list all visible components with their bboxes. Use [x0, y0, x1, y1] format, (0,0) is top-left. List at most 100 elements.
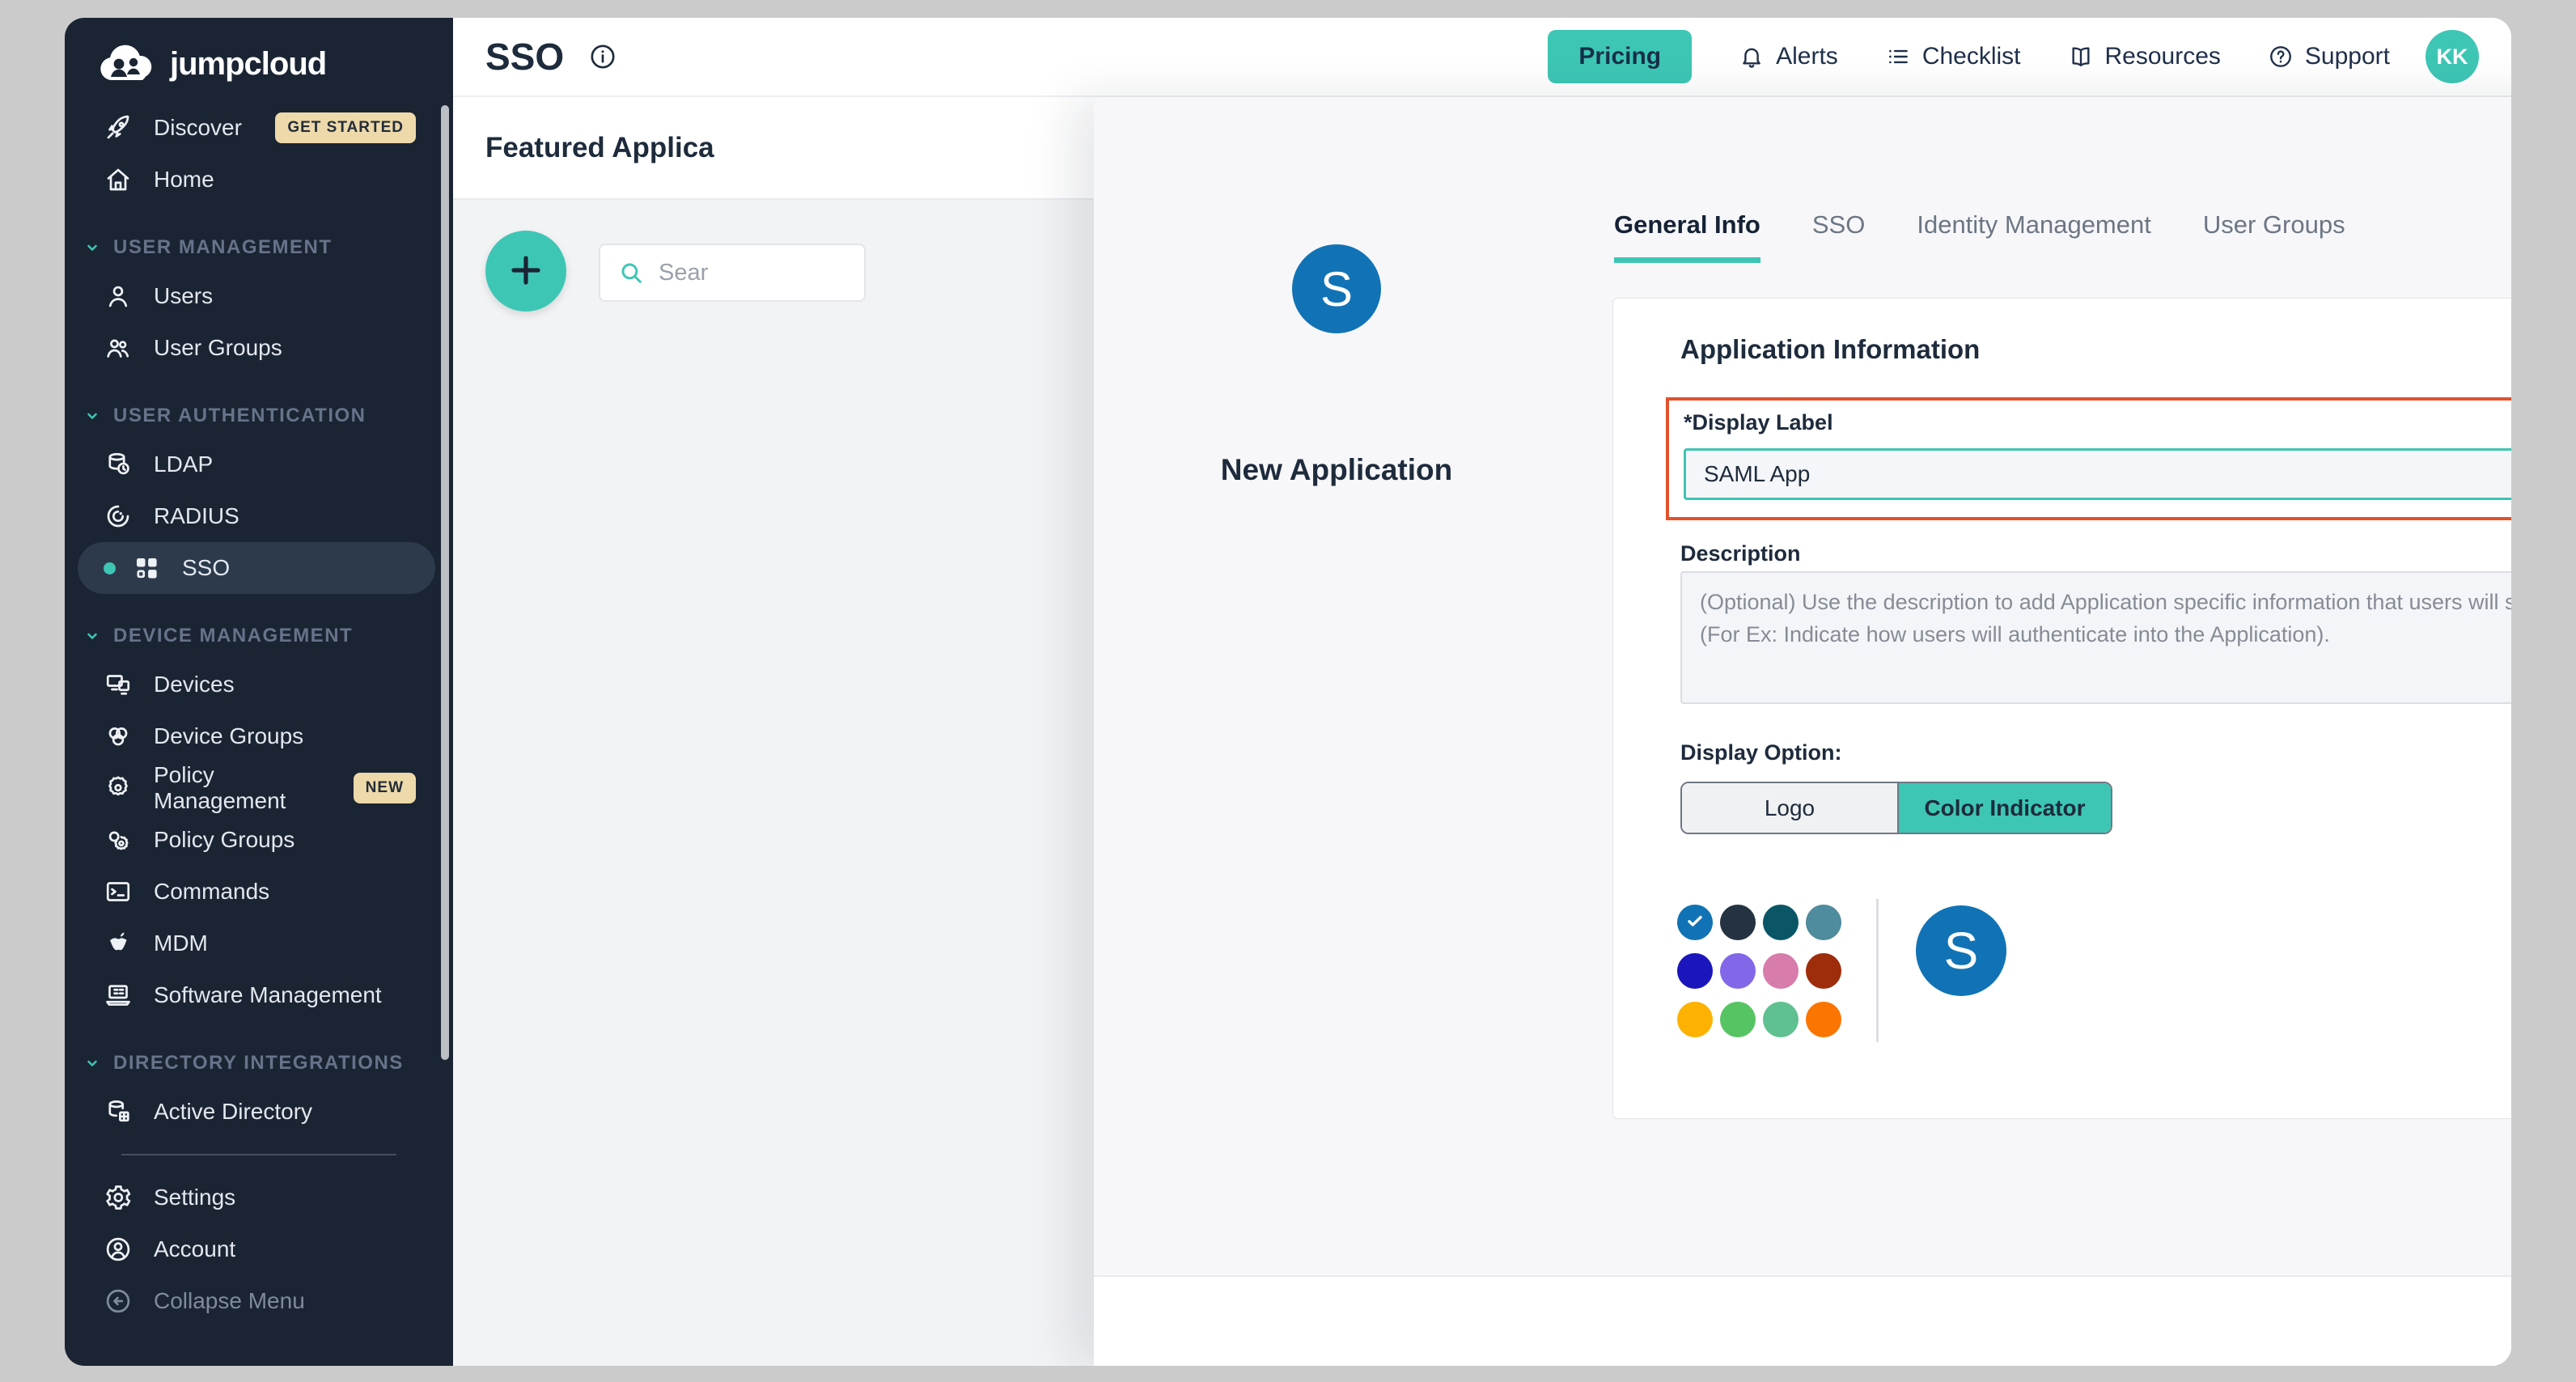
sidebar-item-label: Active Directory [154, 1099, 312, 1125]
chevron-down-icon [83, 238, 102, 257]
chevron-down-icon [83, 1053, 102, 1073]
color-swatch-7[interactable] [1806, 953, 1841, 989]
sidebar-item-user-groups[interactable]: User Groups [65, 322, 453, 374]
color-swatch-0[interactable] [1677, 905, 1713, 940]
sidebar-item-home[interactable]: Home [65, 154, 453, 206]
color-swatch-11[interactable] [1806, 1002, 1841, 1037]
sidebar-item-software-management[interactable]: Software Management [65, 969, 453, 1021]
rocket-icon [104, 113, 133, 142]
sidebar-item-label: Device Groups [154, 723, 303, 749]
color-indicator-option-button[interactable]: Color Indicator [1897, 783, 2111, 833]
display-option-label: Display Option: [1680, 740, 1842, 765]
tab-sso[interactable]: SSO [1812, 210, 1865, 263]
jumpcloud-logo[interactable]: jumpcloud [65, 18, 453, 102]
logo-option-button[interactable]: Logo [1682, 783, 1897, 833]
sidebar-item-label: Users [154, 283, 213, 309]
preview-initial: S [1944, 921, 1979, 981]
tab-identity-management[interactable]: Identity Management [1917, 210, 2151, 263]
sidebar-item-device-groups[interactable]: Device Groups [65, 710, 453, 762]
sidebar-item-label: Account [154, 1236, 235, 1262]
color-swatch-4[interactable] [1677, 953, 1713, 989]
tab-general-info[interactable]: General Info [1614, 210, 1760, 263]
sidebar-scrollbar[interactable] [441, 105, 449, 1060]
section-title: Featured Applica [485, 132, 714, 164]
picker-divider [1876, 899, 1879, 1042]
pricing-button[interactable]: Pricing [1548, 30, 1692, 83]
modal-footer: cancel activate [1094, 1275, 2511, 1366]
sidebar-item-devices[interactable]: Devices [65, 659, 453, 710]
sidebar-item-mdm[interactable]: MDM [65, 918, 453, 969]
description-textarea[interactable] [1680, 571, 2511, 704]
info-icon[interactable] [588, 42, 617, 71]
sidebar-item-label: User Groups [154, 335, 282, 361]
topbar-alerts-button[interactable]: Alerts [1739, 43, 1838, 70]
color-preview-circle: S [1916, 905, 2006, 996]
topbar-support-button[interactable]: Support [2268, 43, 2390, 70]
sidebar-item-label: Collapse Menu [154, 1288, 305, 1314]
search-placeholder: Sear [659, 260, 708, 286]
sidebar-section-device-management[interactable]: DEVICE MANAGEMENT [65, 613, 453, 659]
search-icon [618, 260, 644, 286]
sidebar: jumpcloud DiscoverGET STARTEDHome USER MA… [65, 18, 453, 1366]
color-swatch-5[interactable] [1720, 953, 1756, 989]
sidebar-item-discover[interactable]: DiscoverGET STARTED [65, 102, 453, 154]
check-icon [1685, 911, 1705, 935]
sidebar-item-label: Settings [154, 1185, 235, 1210]
sidebar-divider [121, 1154, 396, 1155]
sidebar-item-settings[interactable]: Settings [65, 1172, 453, 1223]
sidebar-item-radius[interactable]: RADIUS [65, 490, 453, 542]
add-application-button[interactable] [485, 231, 566, 312]
display-label-label: *Display Label [1684, 410, 1833, 435]
sidebar-item-account[interactable]: Account [65, 1223, 453, 1275]
application-avatar: S [1292, 244, 1381, 333]
sso-icon [132, 553, 161, 583]
ldap-icon [104, 450, 133, 479]
topbar-checklist-button[interactable]: Checklist [1885, 43, 2021, 70]
terminal-icon [104, 877, 133, 906]
display-label-input[interactable] [1684, 448, 2511, 500]
sidebar-item-collapse-menu[interactable]: Collapse Menu [65, 1275, 453, 1327]
color-swatch-2[interactable] [1763, 905, 1799, 940]
topbar-actions: Pricing Alerts Checklist Resources Support [1548, 30, 2390, 83]
chevron-down-icon [83, 626, 102, 646]
logo-text: jumpcloud [170, 46, 326, 83]
user-group-icon [104, 333, 133, 362]
software-icon [104, 981, 133, 1010]
tab-user-groups[interactable]: User Groups [2203, 210, 2345, 263]
sidebar-item-sso[interactable]: SSO [78, 542, 435, 594]
sidebar-badge: NEW [354, 773, 416, 803]
cloud-logo-icon [99, 44, 157, 84]
gear-icon [104, 1183, 133, 1212]
color-swatch-3[interactable] [1806, 905, 1841, 940]
color-swatch-1[interactable] [1720, 905, 1756, 940]
application-initial: S [1320, 261, 1353, 317]
sidebar-item-policy-management[interactable]: Policy Management NEW [65, 762, 453, 814]
sidebar-item-label: Devices [154, 672, 235, 697]
topbar-action-label: Resources [2105, 43, 2221, 70]
color-swatch-grid [1677, 905, 1841, 1037]
application-search-input[interactable]: Sear [599, 244, 866, 302]
topbar-resources-button[interactable]: Resources [2068, 43, 2221, 70]
user-avatar[interactable]: KK [2426, 30, 2479, 83]
color-swatch-6[interactable] [1763, 953, 1799, 989]
sidebar-item-commands[interactable]: Commands [65, 866, 453, 918]
bell-icon [1739, 44, 1765, 70]
sidebar-item-active-directory[interactable]: Active Directory [65, 1086, 453, 1138]
sidebar-item-label: Discover [154, 115, 242, 141]
sidebar-section-user-management[interactable]: USER MANAGEMENT [65, 225, 453, 270]
color-swatch-9[interactable] [1720, 1002, 1756, 1037]
color-swatch-10[interactable] [1763, 1002, 1799, 1037]
main-area: SSO Pricing Alerts Checklist Resources Suppo… [453, 18, 2511, 1366]
sidebar-item-label: Policy Management [154, 762, 333, 814]
sidebar-section-directory-integrations[interactable]: DIRECTORY INTEGRATIONS [65, 1041, 453, 1086]
sidebar-item-ldap[interactable]: LDAP [65, 439, 453, 490]
section-label: USER MANAGEMENT [113, 236, 333, 259]
sidebar-item-policy-groups[interactable]: Policy Groups [65, 814, 453, 866]
sidebar-item-label: Software Management [154, 982, 382, 1008]
sidebar-item-users[interactable]: Users [65, 270, 453, 322]
topbar: SSO PricingAlertsChecklistResourcesSuppo… [453, 18, 2511, 97]
card-title: Application Information [1680, 334, 1980, 365]
color-swatch-8[interactable] [1677, 1002, 1713, 1037]
sidebar-section-user-authentication[interactable]: USER AUTHENTICATION [65, 393, 453, 439]
new-application-panel: S New Application General InfoSSOIdentit… [1094, 97, 2511, 1366]
